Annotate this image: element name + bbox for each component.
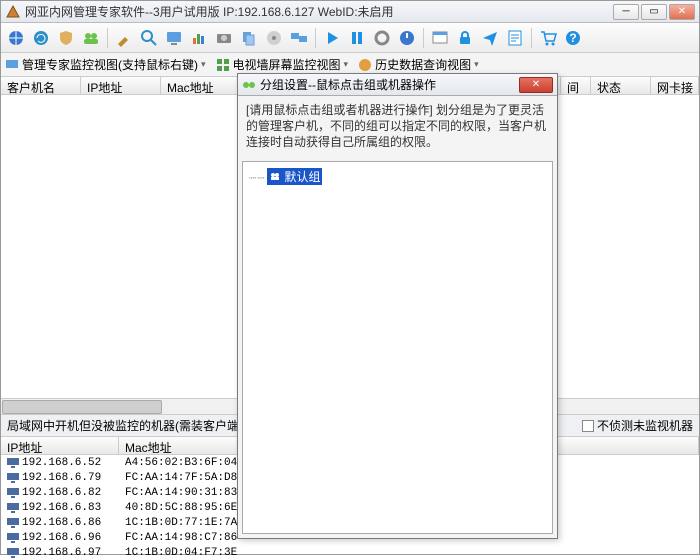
toolbar-copy-icon[interactable] bbox=[238, 27, 260, 49]
toolbar-window-icon[interactable] bbox=[429, 27, 451, 49]
col-nic[interactable]: 网卡接 bbox=[651, 77, 699, 94]
tab-label: 管理专家监控视图(支持鼠标右键) bbox=[22, 56, 198, 73]
chevron-down-icon: ▾ bbox=[344, 59, 349, 70]
checkbox-label: 不侦测未监视机器 bbox=[597, 417, 693, 434]
toolbar-separator bbox=[107, 28, 108, 48]
chevron-down-icon: ▾ bbox=[201, 59, 206, 70]
tree-connector: ┈┈ bbox=[249, 171, 265, 185]
tree-root-label: 默认组 bbox=[284, 168, 320, 185]
toolbar-disc-icon[interactable] bbox=[263, 27, 285, 49]
toolbar-refresh-icon[interactable] bbox=[30, 27, 52, 49]
cell-mac: A4:56:02:B3:6F:04 bbox=[119, 457, 243, 469]
toolbar-separator bbox=[531, 28, 532, 48]
col-mac[interactable]: Mac地址 bbox=[161, 77, 241, 94]
toolbar-lock-icon[interactable] bbox=[454, 27, 476, 49]
group-settings-dialog: 分组设置--鼠标点击组或机器操作 ✕ [请用鼠标点击组或者机器进行操作] 划分组… bbox=[237, 73, 558, 539]
no-detect-checkbox[interactable]: 不侦测未监视机器 bbox=[582, 417, 693, 434]
toolbar-help-icon[interactable]: ? bbox=[562, 27, 584, 49]
minimize-button[interactable]: ─ bbox=[613, 4, 639, 20]
toolbar-power-icon[interactable] bbox=[396, 27, 418, 49]
toolbar-tool-icon[interactable] bbox=[113, 27, 135, 49]
bottom-col-ip[interactable]: IP地址 bbox=[1, 437, 119, 454]
col-time[interactable]: 间 bbox=[561, 77, 591, 94]
dialog-title: 分组设置--鼠标点击组或机器操作 bbox=[260, 76, 519, 93]
svg-text:?: ? bbox=[569, 31, 576, 45]
cell-mac: FC:AA:14:7F:5A:D8 bbox=[119, 472, 243, 484]
cell-mac: 40:8D:5C:88:95:6E bbox=[119, 502, 243, 514]
toolbar-users-icon[interactable] bbox=[80, 27, 102, 49]
monitor-icon bbox=[5, 58, 19, 72]
window-titlebar: 网亚内网管理专家软件--3用户试用版 IP:192.168.6.127 WebI… bbox=[1, 1, 699, 23]
toolbar-chart-icon[interactable] bbox=[188, 27, 210, 49]
table-row[interactable]: 192.168.6.971C:1B:0D:04:F7:3E bbox=[1, 545, 699, 560]
col-status[interactable]: 状态 bbox=[591, 77, 651, 94]
tab-history-view[interactable]: 历史数据查询视图 ▾ bbox=[358, 56, 479, 73]
grid-icon bbox=[216, 58, 230, 72]
toolbar-camera-icon[interactable] bbox=[213, 27, 235, 49]
toolbar-screen-icon[interactable] bbox=[163, 27, 185, 49]
col-client-name[interactable]: 客户机名 bbox=[1, 77, 81, 94]
cell-ip: 192.168.6.52 bbox=[1, 457, 119, 469]
app-icon bbox=[5, 4, 21, 20]
cell-ip: 192.168.6.82 bbox=[1, 487, 119, 499]
tab-tvwall-view[interactable]: 电视墙屏幕监控视图 ▾ bbox=[216, 56, 349, 73]
toolbar-play-icon[interactable] bbox=[321, 27, 343, 49]
tree-root-item[interactable]: 默认组 bbox=[267, 168, 322, 185]
cell-mac: FC:AA:14:90:31:83 bbox=[119, 487, 243, 499]
toolbar-send-icon[interactable] bbox=[479, 27, 501, 49]
chevron-down-icon: ▾ bbox=[474, 59, 479, 70]
maximize-button[interactable]: ▭ bbox=[641, 4, 667, 20]
toolbar-screens-icon[interactable] bbox=[288, 27, 310, 49]
scrollbar-thumb[interactable] bbox=[2, 400, 162, 414]
cell-ip: 192.168.6.83 bbox=[1, 502, 119, 514]
toolbar-cart-icon[interactable] bbox=[537, 27, 559, 49]
cell-ip: 192.168.6.96 bbox=[1, 532, 119, 544]
dialog-titlebar[interactable]: 分组设置--鼠标点击组或机器操作 ✕ bbox=[238, 74, 557, 96]
toolbar-ring-icon[interactable] bbox=[371, 27, 393, 49]
cell-ip: 192.168.6.86 bbox=[1, 517, 119, 529]
toolbar-separator bbox=[423, 28, 424, 48]
toolbar-note-icon[interactable] bbox=[504, 27, 526, 49]
group-icon bbox=[269, 170, 281, 182]
tab-label: 历史数据查询视图 bbox=[375, 56, 471, 73]
col-ip[interactable]: IP地址 bbox=[81, 77, 161, 94]
dialog-close-button[interactable]: ✕ bbox=[519, 77, 553, 93]
bottom-panel-title: 局域网中开机但没被监控的机器(需装客户端 bbox=[7, 417, 239, 434]
toolbar-separator bbox=[315, 28, 316, 48]
window-title: 网亚内网管理专家软件--3用户试用版 IP:192.168.6.127 WebI… bbox=[25, 3, 613, 20]
cell-mac: 1C:1B:0D:04:F7:3E bbox=[119, 547, 243, 559]
dialog-hint-text: [请用鼠标点击组或者机器进行操作] 划分组是为了更灵活的管理客户机，不同的组可以… bbox=[238, 96, 557, 157]
toolbar-globe-icon[interactable] bbox=[5, 27, 27, 49]
dialog-icon bbox=[242, 78, 256, 92]
cell-mac: FC:AA:14:98:C7:86 bbox=[119, 532, 243, 544]
main-toolbar: ? bbox=[1, 23, 699, 53]
toolbar-search-icon[interactable] bbox=[138, 27, 160, 49]
checkbox-box[interactable] bbox=[582, 420, 594, 432]
toolbar-pause-icon[interactable] bbox=[346, 27, 368, 49]
tab-manage-view[interactable]: 管理专家监控视图(支持鼠标右键) ▾ bbox=[5, 56, 206, 73]
cell-ip: 192.168.6.97 bbox=[1, 547, 119, 559]
cell-mac: 1C:1B:0D:77:1E:7A bbox=[119, 517, 243, 529]
dialog-tree[interactable]: ┈┈ 默认组 bbox=[242, 161, 553, 534]
history-icon bbox=[358, 58, 372, 72]
cell-ip: 192.168.6.79 bbox=[1, 472, 119, 484]
window-close-button[interactable]: ✕ bbox=[669, 4, 695, 20]
tab-label: 电视墙屏幕监控视图 bbox=[233, 56, 341, 73]
toolbar-shield-icon[interactable] bbox=[55, 27, 77, 49]
